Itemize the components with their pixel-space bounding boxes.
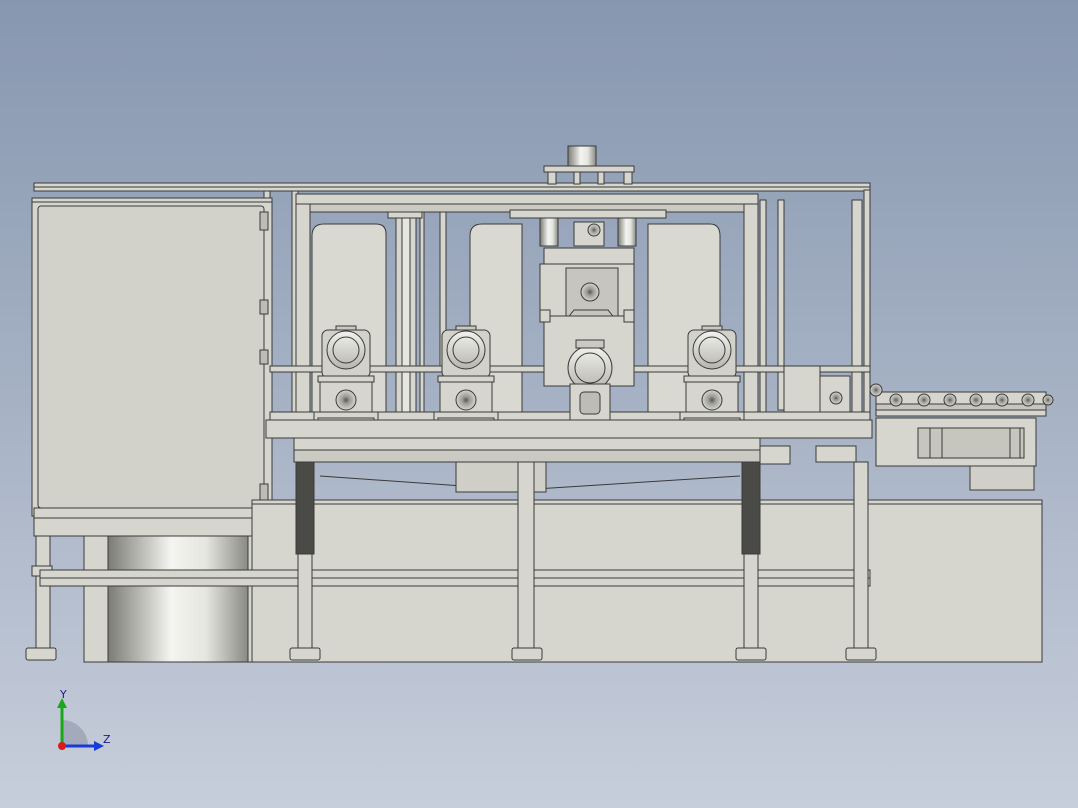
electrical-cabinet xyxy=(31,197,273,519)
machine-drawing[interactable]: Y Z xyxy=(0,0,1078,808)
work-table xyxy=(265,419,873,493)
triad-plane xyxy=(62,720,88,746)
side-gearbox xyxy=(783,365,851,413)
cad-viewport[interactable]: Y Z xyxy=(0,0,1078,808)
top-rail xyxy=(33,182,871,192)
y-axis-label: Y xyxy=(59,688,67,701)
x-axis-point xyxy=(58,742,66,750)
roller-conveyor xyxy=(869,383,1054,467)
z-axis-label: Z xyxy=(103,733,111,746)
vertical-guide-posts xyxy=(387,211,447,417)
orientation-triad: Y Z xyxy=(57,688,111,751)
collection-drum xyxy=(83,535,255,663)
base-housing xyxy=(251,461,1043,663)
feed-top-motor xyxy=(543,145,635,185)
